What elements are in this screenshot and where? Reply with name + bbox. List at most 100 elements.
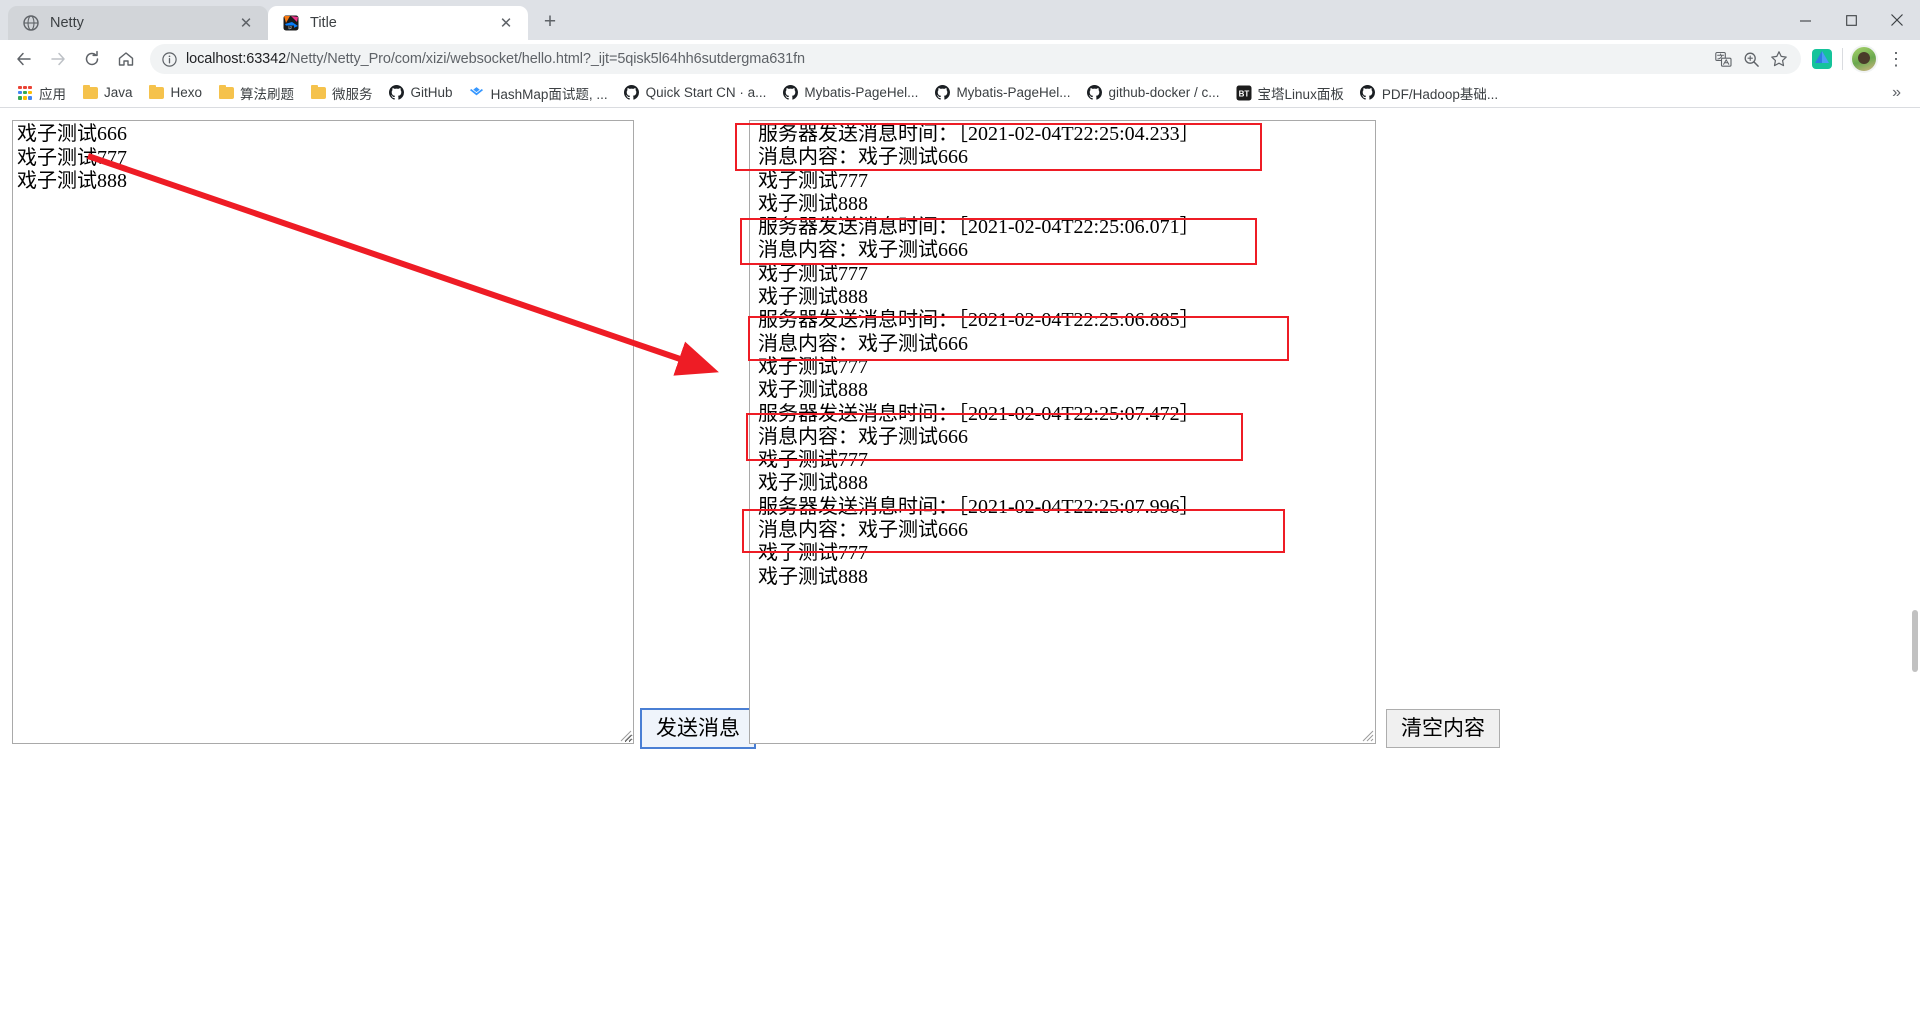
- clear-content-button[interactable]: 清空内容: [1386, 709, 1500, 749]
- translate-icon[interactable]: [1711, 47, 1735, 71]
- close-window-button[interactable]: [1874, 0, 1920, 40]
- send-message-button[interactable]: 发送消息: [640, 708, 756, 750]
- avatar[interactable]: [1850, 45, 1878, 73]
- close-icon[interactable]: ✕: [236, 13, 256, 33]
- forward-button[interactable]: [42, 43, 74, 75]
- bookmark-github[interactable]: GitHub: [381, 81, 461, 105]
- home-button[interactable]: [110, 43, 142, 75]
- github-icon: [624, 85, 640, 101]
- profile-avatar-image: [1852, 47, 1876, 71]
- scrollbar-thumb[interactable]: [1912, 610, 1918, 672]
- log-line: 服务器发送消息时间：［2021-02-04T22:25:07.996］: [758, 495, 1200, 518]
- folder-icon: [310, 84, 326, 101]
- bookmark-hexo[interactable]: Hexo: [141, 81, 211, 105]
- bookmark-label: 算法刷题: [240, 86, 295, 102]
- grammarly-icon[interactable]: [1809, 46, 1835, 72]
- log-line: 戏子测试777: [758, 449, 868, 472]
- bookmark-label: 宝塔Linux面板: [1257, 86, 1344, 102]
- bookmark-label: HashMap面试题, ...: [490, 86, 608, 102]
- juejin-icon: [469, 85, 485, 101]
- input-line: 戏子测试666: [17, 123, 127, 145]
- bookmark-github-docker[interactable]: github-docker / c...: [1078, 81, 1227, 105]
- maximize-button[interactable]: [1828, 0, 1874, 40]
- bookmark-hashmap[interactable]: HashMap面试题, ...: [461, 81, 616, 105]
- browser-tab-netty[interactable]: Netty ✕: [8, 6, 268, 40]
- new-tab-button[interactable]: +: [535, 7, 565, 37]
- intellij-idea-icon: IJ: [282, 15, 299, 32]
- log-line: 戏子测试888: [758, 192, 868, 215]
- bookmark-mybatis-pagehelper-1[interactable]: Mybatis-PageHel...: [774, 81, 926, 105]
- bookmark-label: Quick Start CN · a...: [645, 85, 767, 100]
- omnibox-icons: [1703, 47, 1791, 71]
- bookmark-apps[interactable]: 应用: [9, 81, 74, 105]
- tab-title: Title: [310, 15, 337, 31]
- message-input-textarea[interactable]: 戏子测试666 戏子测试777 戏子测试888: [12, 120, 634, 744]
- bookmark-java[interactable]: Java: [74, 81, 141, 105]
- bookmark-baota-linux-panel[interactable]: BT 宝塔Linux面板: [1228, 81, 1352, 105]
- bookmark-pdf-hadoop[interactable]: PDF/Hadoop基础...: [1352, 81, 1506, 105]
- bookmarks-overflow-button[interactable]: »: [1882, 84, 1911, 102]
- bookmark-label: 应用: [39, 86, 66, 102]
- bookmark-star-icon[interactable]: [1767, 47, 1791, 71]
- info-circle-icon[interactable]: [160, 50, 178, 68]
- bookmark-microservice[interactable]: 微服务: [302, 81, 381, 105]
- bookmark-algorithm[interactable]: 算法刷题: [210, 81, 302, 105]
- browser-tab-title[interactable]: IJ Title ✕: [268, 6, 528, 40]
- log-line: 戏子测试777: [758, 169, 868, 192]
- web-page-content: 戏子测试666 戏子测试777 戏子测试888 发送消息 服务器发送消息时间：［…: [0, 108, 1920, 1027]
- close-icon[interactable]: ✕: [496, 13, 516, 33]
- url-path: /Netty/Netty_Pro/com/xizi/websocket/hell…: [286, 51, 805, 67]
- folder-icon: [82, 84, 98, 101]
- bookmark-mybatis-pagehelper-2[interactable]: Mybatis-PageHel...: [926, 81, 1078, 105]
- bookmark-label: Mybatis-PageHel...: [804, 85, 919, 100]
- bookmark-label: Java: [104, 85, 133, 100]
- log-line: 服务器发送消息时间：［2021-02-04T22:25:06.071］: [758, 216, 1200, 239]
- log-line: 戏子测试777: [758, 355, 868, 378]
- bookmark-label: Hexo: [170, 85, 203, 100]
- zoom-icon[interactable]: [1739, 47, 1763, 71]
- log-line: 服务器发送消息时间：［2021-02-04T22:25:07.472］: [758, 402, 1200, 425]
- toolbar-divider: [1842, 48, 1843, 70]
- bookmarks-bar: 应用 Java Hexo 算法刷题 微服务 GitHub HashMap面试题,…: [0, 78, 1920, 108]
- globe-icon: [22, 15, 39, 32]
- log-line: 服务器发送消息时间：［2021-02-04T22:25:06.885］: [758, 309, 1200, 332]
- bookmark-label: github-docker / c...: [1108, 85, 1220, 100]
- reload-button[interactable]: [76, 43, 108, 75]
- page-scrollbar[interactable]: [1910, 108, 1920, 1027]
- log-line: 消息内容：戏子测试666: [758, 332, 968, 355]
- svg-text:IJ: IJ: [288, 25, 291, 30]
- log-line: 戏子测试888: [758, 379, 868, 402]
- bookmark-quick-start-cn[interactable]: Quick Start CN · a...: [616, 81, 775, 105]
- message-log-textarea[interactable]: 服务器发送消息时间：［2021-02-04T22:25:04.233］ 消息内容…: [749, 120, 1376, 744]
- folder-icon: [149, 84, 165, 101]
- window-controls: [1782, 0, 1920, 40]
- resize-handle[interactable]: [618, 728, 632, 742]
- minimize-button[interactable]: [1782, 0, 1828, 40]
- log-line: 消息内容：戏子测试666: [758, 239, 968, 262]
- browser-toolbar: localhost:63342/Netty/Netty_Pro/com/xizi…: [0, 40, 1920, 78]
- log-line: 消息内容：戏子测试666: [758, 146, 968, 169]
- chrome-menu-button[interactable]: ⋮: [1880, 43, 1912, 75]
- tab-title: Netty: [50, 15, 84, 31]
- bookmark-label: Mybatis-PageHel...: [956, 85, 1071, 100]
- resize-handle[interactable]: [1360, 728, 1374, 742]
- bt-icon: BT: [1236, 85, 1252, 101]
- log-line: 戏子测试888: [758, 472, 868, 495]
- github-icon: [1360, 85, 1376, 101]
- log-line: 戏子测试888: [758, 286, 868, 309]
- apps-grid-icon: [17, 85, 33, 101]
- back-button[interactable]: [8, 43, 40, 75]
- address-bar[interactable]: localhost:63342/Netty/Netty_Pro/com/xizi…: [150, 44, 1801, 74]
- log-line: 戏子测试777: [758, 542, 868, 565]
- log-line: 消息内容：戏子测试666: [758, 425, 968, 448]
- log-line: 消息内容：戏子测试666: [758, 519, 968, 542]
- browser-tab-strip: Netty ✕ IJ Title ✕ +: [0, 0, 1920, 40]
- folder-icon: [218, 84, 234, 101]
- bookmark-label: 微服务: [332, 86, 373, 102]
- log-line: 服务器发送消息时间：［2021-02-04T22:25:04.233］: [758, 123, 1200, 145]
- github-icon: [934, 85, 950, 101]
- github-icon: [1086, 85, 1102, 101]
- bookmark-label: PDF/Hadoop基础...: [1381, 86, 1499, 102]
- bookmark-label: GitHub: [410, 85, 453, 100]
- log-line: 戏子测试777: [758, 262, 868, 285]
